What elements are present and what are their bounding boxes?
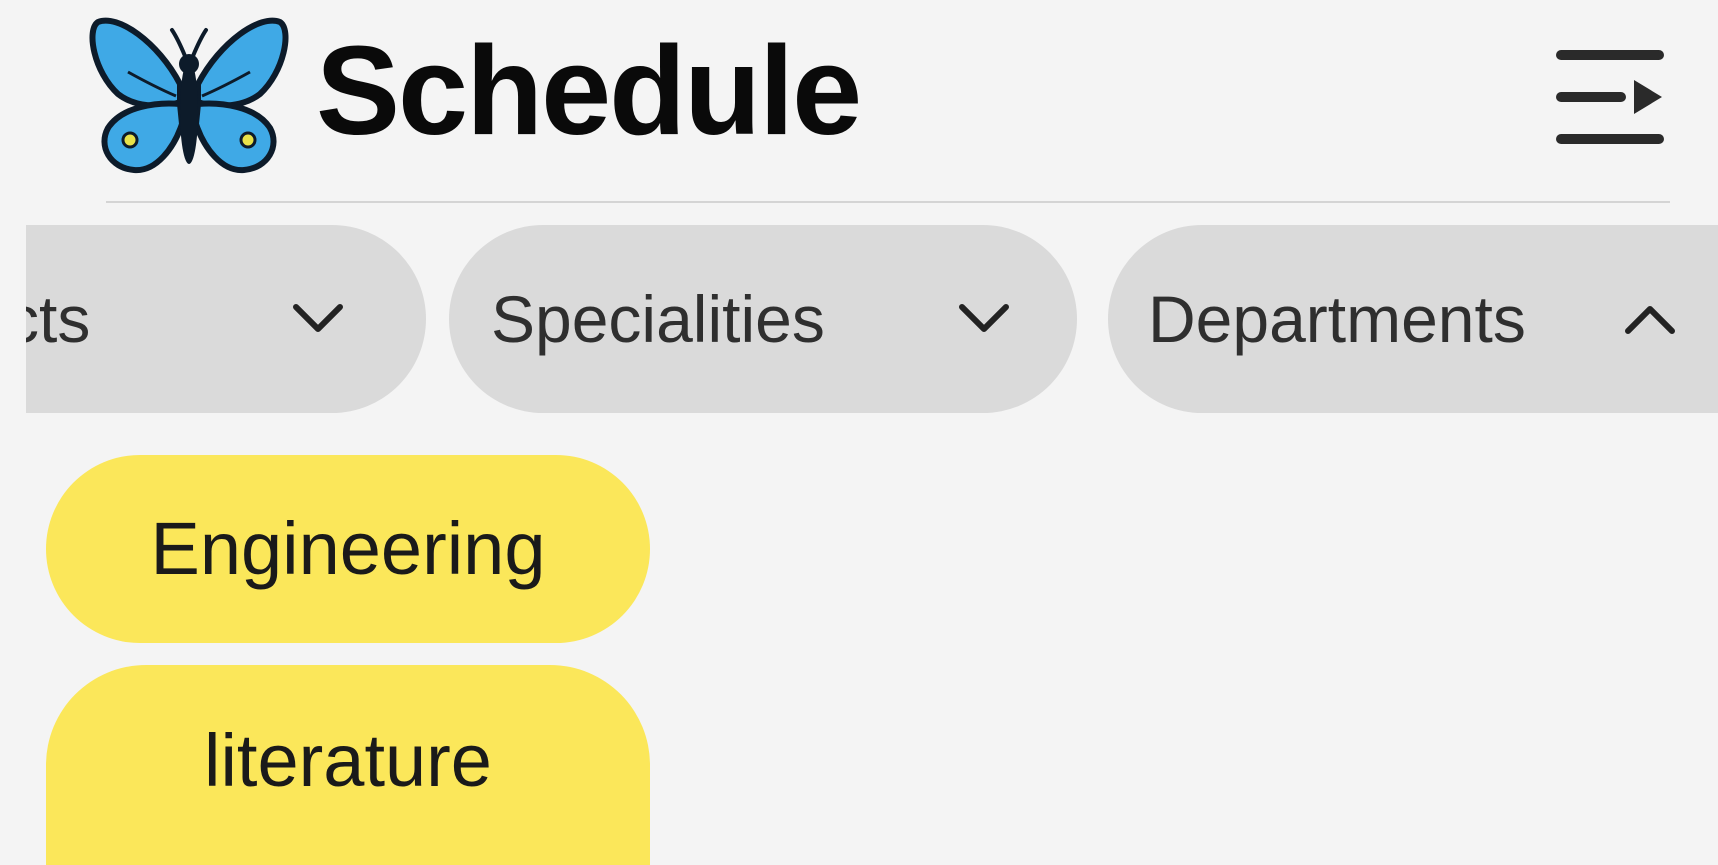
- department-option-literature[interactable]: literature: [46, 665, 650, 865]
- filter-chip-label: Specialities: [491, 282, 825, 356]
- department-option-engineering[interactable]: Engineering: [46, 455, 650, 643]
- filter-chip-label: Departments: [1148, 282, 1526, 356]
- page-title: Schedule: [316, 20, 862, 161]
- chevron-down-icon: [288, 299, 348, 339]
- filter-chip-label: cts: [26, 282, 91, 356]
- app-header: Schedule: [0, 0, 1718, 205]
- filter-chip-departments[interactable]: Departments: [1108, 225, 1718, 413]
- chevron-up-icon: [1620, 299, 1680, 339]
- butterfly-icon: [88, 12, 290, 182]
- filter-chip-specialities[interactable]: Specialities: [449, 225, 1077, 413]
- department-option-label: Engineering: [150, 507, 546, 590]
- department-option-label: literature: [204, 719, 492, 802]
- chevron-down-icon: [954, 299, 1014, 339]
- filter-chip-bar[interactable]: cts Specialities Departments: [26, 225, 1718, 415]
- filter-chip-subjects[interactable]: cts: [26, 225, 426, 413]
- menu-collapse-icon[interactable]: [1550, 42, 1670, 152]
- header-divider: [106, 201, 1670, 203]
